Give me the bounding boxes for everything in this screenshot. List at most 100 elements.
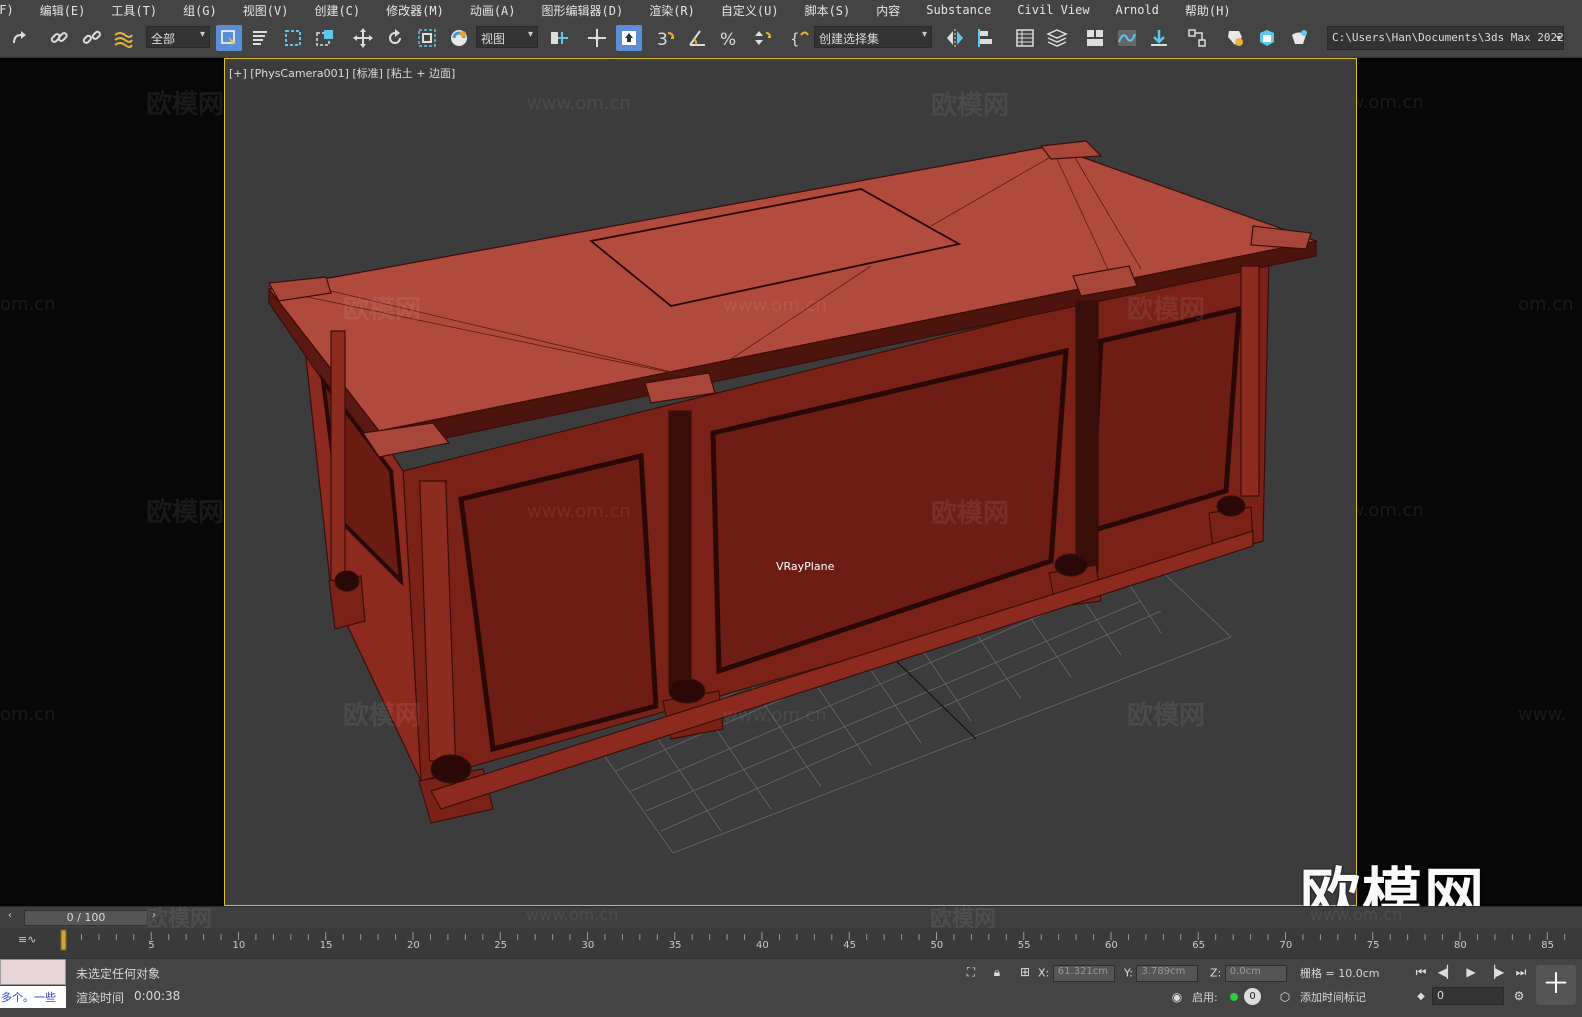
placement-icon[interactable] [446, 25, 472, 51]
track-tick-label: 80 [1454, 940, 1467, 951]
menu-graph-editors[interactable]: 图形编辑器(D) [542, 2, 636, 19]
track-tick-label: 40 [756, 940, 769, 951]
track-tick-label: 15 [319, 940, 333, 951]
project-path-field[interactable]: C:\Users\Han\Documents\3ds Max 2022 [1327, 26, 1564, 50]
align-icon[interactable] [974, 25, 1000, 51]
track-tick-label: 60 [1105, 940, 1118, 951]
move-icon[interactable] [350, 25, 376, 51]
render-production-icon[interactable] [1286, 25, 1312, 51]
menu-create[interactable]: 创建(C) [314, 2, 372, 19]
y-field[interactable]: 3.789cm [1136, 965, 1199, 982]
named-selection-dropdown[interactable]: 创建选择集 [814, 26, 932, 48]
time-tag-icon[interactable]: ⬡ [1274, 987, 1296, 1007]
unlink-icon[interactable] [78, 25, 104, 51]
angle-snap-icon[interactable] [684, 25, 710, 51]
render-setup-icon[interactable] [1222, 25, 1248, 51]
go-to-start-icon[interactable]: ⏮ [1410, 962, 1432, 982]
snaps-toggle-icon[interactable]: 3 [652, 25, 678, 51]
menu-customize[interactable]: 自定义(U) [721, 2, 791, 19]
selection-filter-dropdown[interactable]: 全部 [146, 26, 210, 48]
z-field[interactable]: 0.0cm [1224, 965, 1287, 982]
menu-views[interactable]: 视图(V) [243, 2, 301, 19]
percent-snap-icon[interactable]: % [716, 25, 742, 51]
previous-frame-icon[interactable]: ◀▏ [1436, 962, 1458, 982]
scale-icon[interactable] [414, 25, 440, 51]
status-dot-icon [1230, 993, 1238, 1001]
scene-render [267, 140, 1319, 854]
track-bar[interactable]: ≡∿ 5 10 15 20 25 30 35 40 45 50 55 60 65 70 75 80 85 [0, 928, 1582, 958]
x-coordinate: X: 61.321cm [1038, 965, 1115, 982]
enable-counter[interactable]: 0 [1244, 988, 1261, 1005]
camera-viewport[interactable]: [+] [PhysCamera001] [标准] [粘土 + 边面] VRayP… [224, 58, 1357, 906]
render-time-value: 0:00:38 [134, 989, 181, 1003]
time-configuration-icon[interactable]: ⚙ [1508, 986, 1530, 1006]
go-to-end-icon[interactable]: ⏭ [1510, 962, 1532, 982]
menu-modifiers[interactable]: 修改器(M) [386, 2, 456, 19]
select-manipulate-icon[interactable] [584, 25, 610, 51]
current-frame-field[interactable]: 0 [1432, 987, 1504, 1005]
menu-file[interactable]: (F) [0, 3, 26, 17]
rotate-icon[interactable] [382, 25, 408, 51]
redo-icon[interactable] [6, 25, 32, 51]
menu-rendering[interactable]: 渲染(R) [649, 2, 707, 19]
menu-arnold[interactable]: Arnold [1116, 3, 1171, 17]
edit-named-selection-icon[interactable]: { [786, 25, 812, 51]
menu-substance[interactable]: Substance [926, 3, 1003, 17]
chevron-down-icon[interactable]: ▾ [1556, 33, 1561, 44]
reference-coordinate-dropdown[interactable]: 视图 [476, 26, 538, 48]
watermark-logo: 欧模网 [1127, 701, 1206, 731]
toggle-ribbon-icon[interactable] [1082, 25, 1108, 51]
menu-scripting[interactable]: 脚本(S) [805, 2, 863, 19]
y-label: Y: [1124, 966, 1133, 980]
menu-civil-view[interactable]: Civil View [1017, 3, 1101, 17]
track-tick-label: 75 [1366, 940, 1380, 951]
next-frame-icon[interactable]: ▕▶ [1484, 962, 1506, 982]
watermark-url: www.om.cn [527, 501, 631, 522]
select-object-icon[interactable] [216, 25, 242, 51]
rectangle-selection-icon[interactable] [280, 25, 306, 51]
maxscript-mini-listener[interactable]: 多个。一些 [0, 986, 66, 1008]
watermark-url: www. [1518, 704, 1567, 725]
svg-text:%: % [720, 30, 736, 49]
time-slider[interactable]: 0 / 100 [24, 910, 148, 926]
selection-lock-icon[interactable]: 🔒︎ [986, 962, 1008, 982]
play-icon[interactable]: ▶ [1460, 962, 1482, 982]
add-time-tag[interactable]: 添加时间标记 [1300, 989, 1366, 1005]
track-tick-label: 35 [668, 940, 682, 951]
rendered-frame-window-icon[interactable] [1254, 25, 1280, 51]
menu-group[interactable]: 组(G) [183, 2, 229, 19]
watermark-url: om.cn [0, 294, 56, 315]
curve-editor-icon[interactable] [1114, 25, 1140, 51]
spinner-snap-icon[interactable] [748, 25, 774, 51]
add-viewport-icon[interactable]: ＋ [1536, 965, 1576, 1005]
schematic-view-icon[interactable] [1146, 25, 1172, 51]
layer-explorer-icon[interactable] [1044, 25, 1070, 51]
viewport-label[interactable]: [+] [PhysCamera001] [标准] [粘土 + 边面] [229, 65, 455, 81]
menu-edit[interactable]: 编辑(E) [40, 2, 98, 19]
watermark-url: om.cn [1518, 294, 1574, 315]
menu-help[interactable]: 帮助(H) [1185, 2, 1243, 19]
window-crossing-icon[interactable] [312, 25, 338, 51]
select-by-name-icon[interactable] [248, 25, 274, 51]
pivot-center-icon[interactable] [546, 25, 572, 51]
link-icon[interactable] [46, 25, 72, 51]
adaptive-degradation-icon[interactable]: ◉ [1166, 987, 1188, 1007]
absolute-mode-icon[interactable]: ⊞ [1014, 962, 1036, 982]
keyboard-shortcut-override-icon[interactable] [616, 25, 642, 51]
menu-animation[interactable]: 动画(A) [470, 2, 528, 19]
track-tick-label: 5 [148, 940, 155, 951]
mirror-icon[interactable] [942, 25, 968, 51]
maxscript-listener-output[interactable] [0, 959, 66, 985]
menu-tools[interactable]: 工具(T) [111, 2, 169, 19]
isolate-selection-icon[interactable]: ⛶ [960, 962, 982, 982]
status-bar: 多个。一些 未选定任何对象 渲染时间 0:00:38 ⛶ 🔒︎ ⊞ X: 61.… [0, 958, 1582, 1017]
bind-space-warp-icon[interactable] [110, 25, 136, 51]
track-tick-label: 45 [843, 940, 856, 951]
grid-size: 栅格 = 10.0cm [1300, 967, 1380, 980]
key-mode-icon[interactable]: ◆ [1410, 986, 1432, 1006]
menu-content[interactable]: 内容 [876, 2, 912, 19]
chevron-left-icon[interactable]: ‹ [8, 910, 12, 921]
scene-explorer-icon[interactable] [1012, 25, 1038, 51]
material-editor-icon[interactable] [1184, 25, 1210, 51]
x-field[interactable]: 61.321cm [1052, 965, 1115, 982]
